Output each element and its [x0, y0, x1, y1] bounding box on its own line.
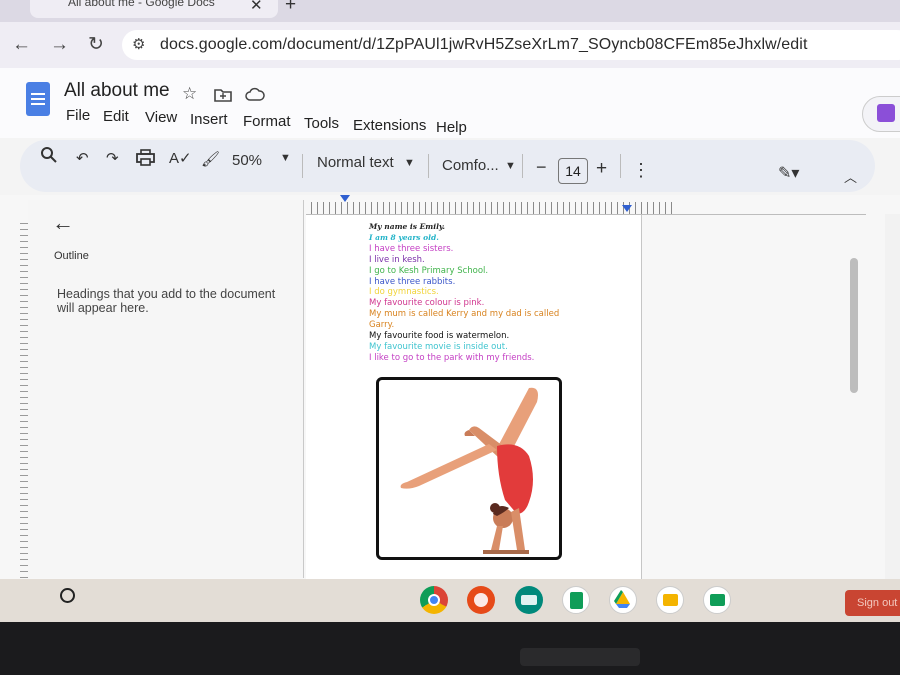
style-dropdown-icon[interactable]: ▼ [404, 157, 415, 169]
left-indent-marker[interactable] [340, 195, 350, 202]
horizontal-ruler[interactable] [306, 202, 674, 214]
font-select[interactable]: Comfo... [442, 157, 499, 174]
drive-icon[interactable] [609, 586, 637, 614]
right-indent-marker[interactable] [622, 205, 632, 212]
browser-tab[interactable]: All about me - Google Docs [30, 0, 278, 18]
undo-icon[interactable]: ↶ [76, 149, 89, 167]
more-options-icon[interactable]: ⋮ [632, 160, 650, 181]
editing-mode-icon[interactable]: ✎▾ [778, 163, 799, 183]
cloud-status-icon[interactable] [245, 87, 265, 102]
extension-icon[interactable] [862, 96, 900, 132]
gymnast-illustration [400, 387, 538, 554]
redo-icon[interactable]: ↷ [106, 149, 119, 167]
gymnast-image[interactable] [376, 377, 562, 560]
doc-line[interactable]: My favourite colour is pink. [369, 298, 484, 308]
doc-line[interactable]: I go to Kesh Primary School. [369, 266, 488, 276]
outline-label: Outline [54, 250, 89, 262]
site-info-icon[interactable]: ⚙ [132, 35, 145, 53]
menu-view[interactable]: View [145, 109, 177, 126]
doc-line[interactable]: I do gymnastics. [369, 287, 439, 297]
forward-icon[interactable]: → [50, 34, 69, 56]
close-outline-icon[interactable]: ← [52, 210, 74, 236]
outline-hint: Headings that you add to the document wi… [57, 287, 276, 315]
style-select[interactable]: Normal text [317, 154, 394, 171]
canvas-icon[interactable] [467, 586, 495, 614]
tab-title: All about me - Google Docs [68, 0, 215, 9]
chrome-icon[interactable] [420, 586, 448, 614]
reload-icon[interactable]: ↻ [88, 33, 104, 56]
sign-out-button[interactable]: Sign out [845, 590, 900, 616]
vertical-scrollbar[interactable] [850, 258, 858, 393]
menu-extensions[interactable]: Extensions [353, 117, 426, 134]
menu-edit[interactable]: Edit [103, 108, 129, 125]
menu-file[interactable]: File [66, 107, 90, 124]
reader-icon[interactable] [515, 586, 543, 614]
increase-font-size-button[interactable]: + [596, 158, 607, 180]
zoom-select[interactable]: 50% [232, 152, 262, 169]
doc-line[interactable]: I live in kesh. [369, 255, 425, 265]
launcher-button[interactable] [60, 588, 75, 603]
print-icon[interactable] [136, 149, 155, 166]
sheets-icon[interactable] [562, 586, 590, 614]
font-dropdown-icon[interactable]: ▼ [505, 160, 516, 172]
doc-line[interactable]: I have three rabbits. [369, 277, 455, 287]
doc-line[interactable]: My mum is called Kerry and my dad is cal… [369, 309, 559, 319]
docs-logo-icon[interactable] [26, 82, 50, 116]
star-icon[interactable]: ☆ [182, 84, 197, 104]
shelf [0, 579, 900, 622]
doc-line[interactable]: My favourite movie is inside out. [369, 342, 508, 352]
doc-title[interactable]: All about me [64, 80, 170, 102]
doc-line[interactable]: My name is Emily. [369, 222, 445, 231]
tab-close-icon[interactable]: ✕ [250, 0, 263, 14]
new-tab-button[interactable]: + [285, 0, 296, 16]
move-folder-icon[interactable] [214, 87, 232, 102]
paint-format-icon[interactable]: 🖌 [201, 150, 220, 168]
menu-format[interactable]: Format [243, 113, 291, 130]
doc-line[interactable]: I like to go to the park with my friends… [369, 353, 534, 363]
doc-line[interactable]: My favourite food is watermelon. [369, 331, 509, 341]
decrease-font-size-button[interactable]: − [536, 157, 547, 178]
slides-icon[interactable] [656, 586, 684, 614]
doc-line[interactable]: Garry. [369, 320, 394, 330]
font-size-input[interactable]: 14 [558, 158, 588, 184]
menu-tools[interactable]: Tools [304, 115, 339, 132]
vertical-ruler[interactable] [20, 218, 28, 578]
spellcheck-icon[interactable]: A✓ [169, 149, 192, 167]
doc-line[interactable]: I am 8 years old. [369, 233, 439, 242]
menu-insert[interactable]: Insert [190, 111, 228, 128]
screen: All about me - Google Docs ✕ + ← → ↻ ⚙ d… [0, 0, 900, 622]
url-text[interactable]: docs.google.com/document/d/1ZpPAUl1jwRvH… [160, 36, 808, 54]
classroom-icon[interactable] [703, 586, 731, 614]
zoom-dropdown-icon[interactable]: ▼ [280, 152, 291, 164]
back-icon[interactable]: ← [12, 34, 31, 56]
menu-help[interactable]: Help [436, 119, 467, 136]
search-icon[interactable] [40, 146, 58, 164]
collapse-menus-icon[interactable]: ︿ [844, 167, 857, 186]
doc-line[interactable]: I have three sisters. [369, 244, 453, 254]
